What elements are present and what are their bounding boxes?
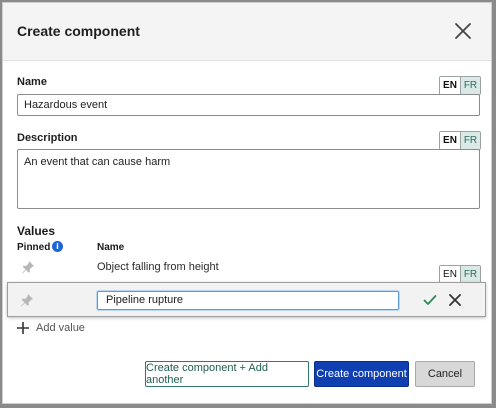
description-label: Description (17, 132, 78, 144)
value-name-input[interactable]: Pipeline rupture (97, 291, 399, 310)
plus-icon (17, 322, 29, 334)
pin-icon[interactable] (20, 259, 36, 275)
dialog-header: Create component (3, 3, 491, 61)
value-edit-row: Pipeline rupture (7, 282, 486, 317)
edit-row-lang-fr[interactable]: FR (460, 266, 480, 283)
dialog-title: Create component (17, 23, 140, 39)
check-icon (423, 295, 437, 305)
values-section-title: Values (17, 224, 56, 238)
description-lang-en[interactable]: EN (440, 132, 460, 149)
name-label: Name (17, 76, 47, 88)
info-icon[interactable]: i (52, 241, 63, 252)
name-input[interactable]: Hazardous event (17, 94, 480, 116)
create-component-dialog: Create component Name EN FR Hazardous ev… (2, 2, 492, 404)
create-and-add-another-button[interactable]: Create component + Add another (145, 361, 309, 387)
pin-icon[interactable] (19, 292, 35, 308)
add-value-button[interactable]: Add value (16, 320, 85, 336)
description-lang-fr[interactable]: FR (460, 132, 480, 149)
description-language-toggle: EN FR (439, 131, 481, 150)
name-column-header: Name (97, 242, 125, 253)
confirm-value-button[interactable] (422, 292, 438, 308)
close-icon (455, 23, 471, 39)
discard-value-button[interactable] (447, 292, 463, 308)
name-language-toggle: EN FR (439, 76, 481, 95)
name-lang-en[interactable]: EN (440, 77, 460, 94)
create-component-button[interactable]: Create component (314, 361, 409, 387)
x-icon (449, 294, 461, 306)
value-row-name: Object falling from height (97, 261, 219, 273)
add-value-label: Add value (36, 322, 85, 334)
cancel-button[interactable]: Cancel (415, 361, 475, 387)
edit-row-lang-en[interactable]: EN (440, 266, 460, 283)
pinned-column-header: Pinned (17, 242, 51, 253)
name-lang-fr[interactable]: FR (460, 77, 480, 94)
close-button[interactable] (451, 19, 475, 43)
description-textarea[interactable]: An event that can cause harm (17, 149, 480, 209)
